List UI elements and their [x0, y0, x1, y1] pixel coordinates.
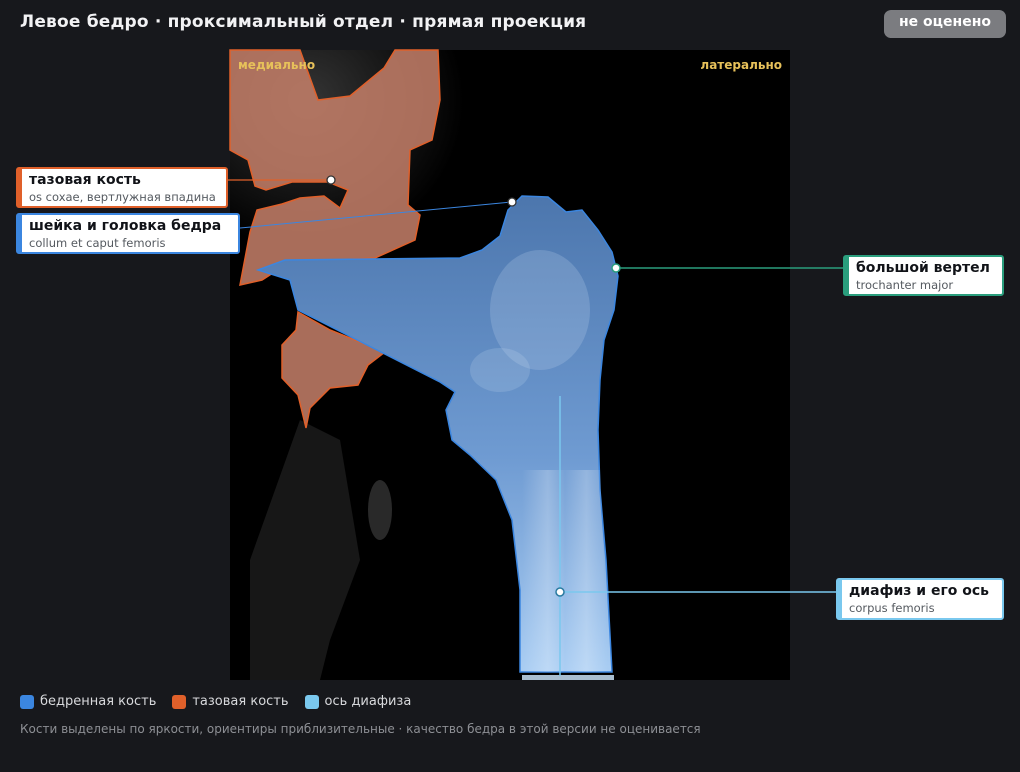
legend-femur-label: бедренная кость	[40, 694, 157, 709]
pelvis-landmark-point[interactable]	[326, 175, 336, 185]
neck-landmark-point[interactable]	[507, 197, 517, 207]
legend-pelvis-label: тазовая кость	[192, 694, 289, 709]
callout-shaft-name: диафиз и его ось	[849, 583, 990, 599]
medial-label: медиально	[238, 58, 315, 72]
shaft-landmark-point[interactable]	[555, 587, 565, 597]
trochanter-landmark-point[interactable]	[611, 263, 621, 273]
footnote: Кости выделены по яркости, ориентиры при…	[20, 722, 701, 736]
callout-trochanter-latin: trochanter major	[856, 278, 954, 292]
legend-axis-label: ось диафиза	[324, 694, 412, 709]
legend-item-pelvis: тазовая кость	[172, 694, 289, 709]
callout-pelvis-name: тазовая кость	[29, 172, 141, 188]
legend-item-axis: ось диафиза	[304, 694, 412, 709]
callout-pelvis-latin: os coxae, вертлужная впадина	[29, 190, 216, 204]
callout-trochanter[interactable]: большой вертел trochanter major	[843, 255, 1004, 296]
callout-shaft-latin: corpus femoris	[849, 601, 935, 615]
legend: бедренная кость тазовая кость ось диафиз…	[20, 694, 411, 709]
callout-neck-name: шейка и головка бедра	[29, 218, 222, 234]
callout-trochanter-name: большой вертел	[856, 260, 990, 276]
callout-shaft[interactable]: диафиз и его ось corpus femoris	[836, 578, 1004, 620]
callout-neck-latin: collum et caput femoris	[29, 236, 166, 250]
axis-swatch	[304, 694, 319, 709]
callout-pelvis[interactable]: тазовая кость os coxae, вертлужная впади…	[16, 167, 228, 208]
pelvis-swatch	[172, 694, 187, 709]
femur-swatch	[20, 694, 34, 709]
xray-viewer[interactable]: медиально латерально	[0, 0, 1020, 772]
lateral-label: латерально	[700, 58, 782, 72]
callout-neck[interactable]: шейка и головка бедра collum et caput fe…	[16, 213, 240, 254]
legend-item-femur: бедренная кость	[20, 694, 156, 709]
